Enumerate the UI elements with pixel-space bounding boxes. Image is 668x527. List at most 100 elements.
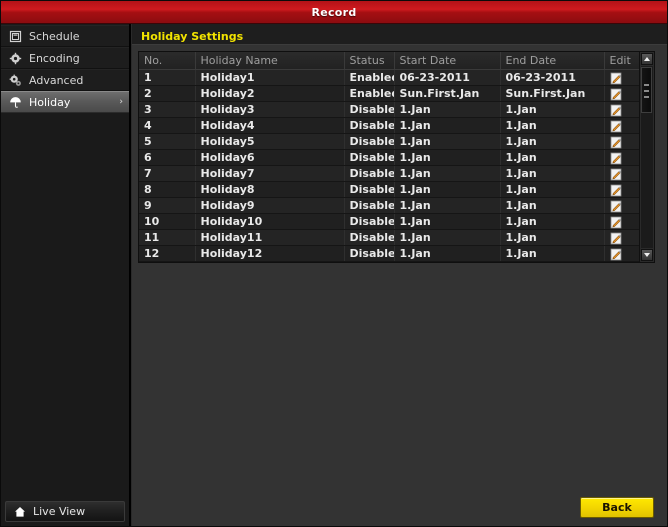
cell-no: 1 — [139, 69, 196, 86]
cell-name: Holiday4 — [195, 117, 345, 134]
table-row[interactable]: 4Holiday4Disabled1.Jan1.Jan — [139, 117, 650, 134]
edit-pencil-icon[interactable] — [610, 136, 623, 149]
cell-start-date: 1.Jan — [394, 133, 501, 150]
holiday-table: No. Holiday Name Status Start Date End D… — [138, 51, 655, 263]
live-view-label: Live View — [33, 505, 86, 518]
edit-pencil-icon[interactable] — [610, 72, 623, 85]
cell-name: Holiday7 — [195, 165, 345, 182]
cell-status: Disabled — [344, 133, 395, 150]
cell-start-date: 1.Jan — [394, 229, 501, 246]
cell-no: 3 — [139, 101, 196, 118]
cell-start-date: 1.Jan — [394, 213, 501, 230]
edit-pencil-icon[interactable] — [610, 248, 623, 261]
sidebar-item-holiday[interactable]: Holiday › — [1, 91, 129, 113]
edit-pencil-icon[interactable] — [610, 232, 623, 245]
column-header-no[interactable]: No. — [139, 52, 196, 70]
cell-status: Disabled — [344, 165, 395, 182]
sidebar-item-advanced[interactable]: Advanced — [1, 69, 129, 91]
cell-no: 5 — [139, 133, 196, 150]
cell-end-date: 1.Jan — [500, 149, 605, 166]
content-area: No. Holiday Name Status Start Date End D… — [132, 45, 667, 494]
footer-bar: Back — [132, 494, 667, 526]
scrollbar-grip-line — [644, 90, 649, 92]
edit-pencil-icon[interactable] — [610, 184, 623, 197]
table-row[interactable]: 11Holiday11Disabled1.Jan1.Jan — [139, 229, 650, 246]
edit-pencil-icon[interactable] — [610, 104, 623, 117]
live-view-button[interactable]: Live View — [5, 501, 125, 522]
table-vertical-scrollbar[interactable] — [639, 52, 654, 262]
sidebar-item-label: Schedule — [29, 29, 80, 43]
cell-end-date: 1.Jan — [500, 245, 605, 262]
cell-end-date: 1.Jan — [500, 117, 605, 134]
cell-end-date: 1.Jan — [500, 133, 605, 150]
table-row[interactable]: 2Holiday2EnabledSun.First.JanSun.First.J… — [139, 85, 650, 102]
sidebar: Schedule Encoding Advanced Holiday › Liv… — [1, 24, 131, 526]
page-title: Record — [311, 5, 357, 19]
column-header-end[interactable]: End Date — [500, 52, 605, 70]
cell-start-date: 1.Jan — [394, 245, 501, 262]
column-header-status[interactable]: Status — [344, 52, 395, 70]
back-button[interactable]: Back — [580, 497, 654, 518]
table-row[interactable]: 1Holiday1Enabled06-23-201106-23-2011 — [139, 69, 650, 86]
scrollbar-grip-line — [644, 96, 649, 98]
scrollbar-grip-line — [644, 84, 649, 86]
column-header-start[interactable]: Start Date — [394, 52, 501, 70]
cell-start-date: 1.Jan — [394, 117, 501, 134]
cell-start-date: 1.Jan — [394, 149, 501, 166]
scroll-up-arrow-icon — [644, 57, 650, 61]
cell-name: Holiday11 — [195, 229, 345, 246]
edit-pencil-icon[interactable] — [610, 200, 623, 213]
cell-end-date: 1.Jan — [500, 181, 605, 198]
cell-end-date: Sun.First.Jan — [500, 85, 605, 102]
holiday-table-body: No. Holiday Name Status Start Date End D… — [139, 52, 650, 262]
table-row[interactable]: 8Holiday8Disabled1.Jan1.Jan — [139, 181, 650, 198]
cell-status: Disabled — [344, 101, 395, 118]
cell-name: Holiday12 — [195, 245, 345, 262]
edit-pencil-icon[interactable] — [610, 152, 623, 165]
cell-no: 2 — [139, 85, 196, 102]
edit-pencil-icon[interactable] — [610, 168, 623, 181]
cell-name: Holiday1 — [195, 69, 345, 86]
cell-start-date: Sun.First.Jan — [394, 85, 501, 102]
cell-name: Holiday10 — [195, 213, 345, 230]
cell-status: Disabled — [344, 181, 395, 198]
cell-start-date: 06-23-2011 — [394, 69, 501, 86]
tab-strip: Holiday Settings — [132, 24, 667, 47]
cell-end-date: 1.Jan — [500, 101, 605, 118]
record-window: Record Schedule Encoding Advanced Holida… — [0, 0, 668, 527]
cell-name: Holiday6 — [195, 149, 345, 166]
scrollbar-thumb[interactable] — [641, 67, 652, 113]
table-row[interactable]: 7Holiday7Disabled1.Jan1.Jan — [139, 165, 650, 182]
table-row[interactable]: 9Holiday9Disabled1.Jan1.Jan — [139, 197, 650, 214]
umbrella-icon — [9, 96, 22, 109]
cell-no: 8 — [139, 181, 196, 198]
table-row[interactable]: 3Holiday3Disabled1.Jan1.Jan — [139, 101, 650, 118]
cell-name: Holiday8 — [195, 181, 345, 198]
edit-pencil-icon[interactable] — [610, 88, 623, 101]
edit-pencil-icon[interactable] — [610, 216, 623, 229]
cell-no: 10 — [139, 213, 196, 230]
gear-icon — [9, 52, 22, 65]
cell-no: 11 — [139, 229, 196, 246]
cell-name: Holiday5 — [195, 133, 345, 150]
cell-end-date: 1.Jan — [500, 213, 605, 230]
cell-status: Enabled — [344, 85, 395, 102]
gears-icon — [9, 74, 22, 87]
scroll-down-arrow-icon — [644, 253, 650, 257]
sidebar-item-schedule[interactable]: Schedule — [1, 25, 129, 47]
column-header-name[interactable]: Holiday Name — [195, 52, 345, 70]
table-row[interactable]: 10Holiday10Disabled1.Jan1.Jan — [139, 213, 650, 230]
cell-no: 6 — [139, 149, 196, 166]
cell-start-date: 1.Jan — [394, 165, 501, 182]
cell-end-date: 1.Jan — [500, 229, 605, 246]
cell-status: Disabled — [344, 229, 395, 246]
table-row[interactable]: 5Holiday5Disabled1.Jan1.Jan — [139, 133, 650, 150]
cell-start-date: 1.Jan — [394, 181, 501, 198]
cell-name: Holiday3 — [195, 101, 345, 118]
scroll-up-button[interactable] — [641, 53, 653, 65]
table-row[interactable]: 12Holiday12Disabled1.Jan1.Jan — [139, 245, 650, 262]
edit-pencil-icon[interactable] — [610, 120, 623, 133]
sidebar-item-encoding[interactable]: Encoding — [1, 47, 129, 69]
table-row[interactable]: 6Holiday6Disabled1.Jan1.Jan — [139, 149, 650, 166]
scroll-down-button[interactable] — [641, 249, 653, 261]
